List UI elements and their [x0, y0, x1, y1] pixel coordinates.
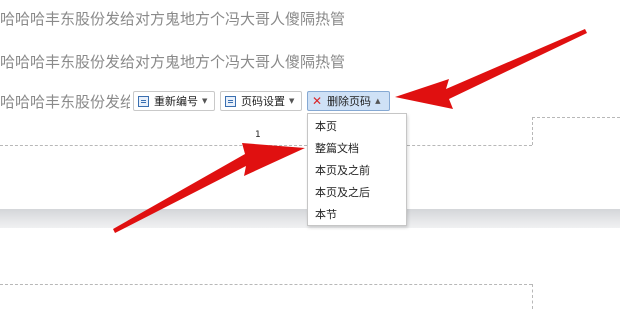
- annotation-arrows: [113, 29, 587, 233]
- annotation-arrow-icon: [395, 29, 587, 109]
- annotation-arrow-icon: [113, 143, 305, 233]
